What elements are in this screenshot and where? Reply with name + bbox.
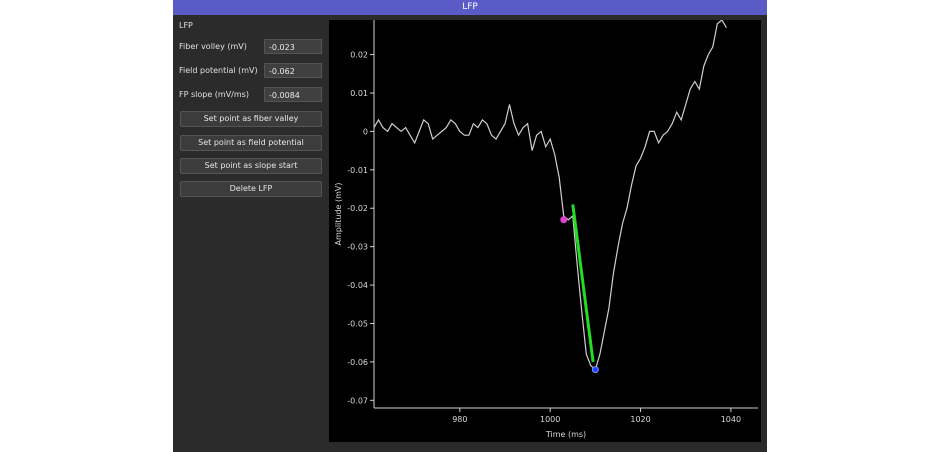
field-potential-label: Field potential (mV)	[179, 66, 258, 75]
lfp-control-panel: LFP Fiber volley (mV) -0.023 Field poten…	[173, 15, 329, 452]
delete-lfp-button[interactable]: Delete LFP	[180, 181, 322, 197]
fiber-volley-label: Fiber volley (mV)	[179, 42, 247, 51]
y-tick-label: -0.06	[347, 358, 368, 367]
fiber-valley-marker	[560, 216, 568, 224]
slope-line	[571, 204, 595, 363]
fiber-volley-field[interactable]: -0.023	[264, 39, 322, 54]
fp-slope-field[interactable]: -0.0084	[264, 87, 322, 102]
fp-slope-label: FP slope (mV/ms)	[179, 90, 249, 99]
y-tick-label: -0.03	[347, 243, 368, 252]
window-title: LFP	[173, 0, 767, 15]
y-tick-label: -0.07	[347, 396, 368, 405]
x-tick-label: 1000	[540, 415, 560, 424]
y-tick-label: 0.02	[350, 51, 368, 60]
y-tick-label: -0.04	[347, 281, 368, 290]
set-fiber-valley-button[interactable]: Set point as fiber valley	[180, 111, 322, 127]
y-tick-label: 0.01	[350, 89, 368, 98]
y-axis-label: Amplitude (mV)	[334, 182, 343, 245]
set-slope-start-button[interactable]: Set point as slope start	[180, 158, 322, 174]
x-tick-label: 980	[452, 415, 467, 424]
y-tick-label: -0.02	[347, 204, 368, 213]
y-tick-label: -0.01	[347, 166, 368, 175]
field-potential-field[interactable]: -0.062	[264, 63, 322, 78]
lfp-trace	[374, 20, 727, 371]
lfp-chart[interactable]: 0.02 0.01 0 -0.01 -0.02 -0.03 -0.04 -0.05 -0.06 -…	[329, 20, 761, 442]
field-potential-marker	[591, 366, 599, 374]
set-field-potential-button[interactable]: Set point as field potential	[180, 135, 322, 151]
lfp-plot[interactable]: 0.02 0.01 0 -0.01 -0.02 -0.03 -0.04 -0.05 -0.06 -…	[329, 20, 761, 442]
y-tick-label: 0	[363, 127, 368, 136]
y-tick-label: -0.05	[347, 319, 368, 328]
lfp-window: LFP LFP Fiber volley (mV) -0.023 Field p…	[173, 0, 767, 452]
x-axis-label: Time (ms)	[545, 430, 586, 439]
x-tick-label: 1020	[630, 415, 650, 424]
panel-title: LFP	[179, 21, 193, 30]
x-tick-label: 1040	[721, 415, 741, 424]
